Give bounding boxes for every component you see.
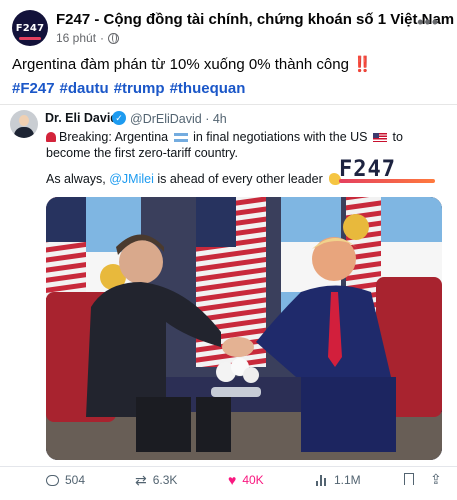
argentina-flag-icon <box>173 133 188 142</box>
siren-icon <box>46 132 56 142</box>
f247-watermark-logo: F247 <box>339 157 435 183</box>
more-options-icon[interactable]: ••• <box>417 12 439 33</box>
us-flag-icon <box>372 133 387 142</box>
avatar-logo-text: F247 <box>15 22 45 34</box>
reply-count: 504 <box>65 473 86 487</box>
avatar-logo-underline <box>19 37 41 40</box>
page-avatar[interactable]: F247 <box>12 10 48 46</box>
reply-icon <box>46 474 59 486</box>
views-icon <box>316 474 328 486</box>
page-name[interactable]: F247 - Cộng đồng tài chính, chứng khoán … <box>56 11 454 28</box>
globe-icon <box>108 32 120 44</box>
repost-count: 6.3K <box>152 473 178 487</box>
hashtag-trump[interactable]: #trump <box>114 80 165 97</box>
tweet-author-handle: @DrEliDavid · 4h <box>130 112 227 126</box>
reply-button[interactable]: 504 <box>46 473 85 487</box>
meta-separator: · <box>100 31 105 45</box>
tweet-text-line2: As always, @JMilei is ahead of every oth… <box>46 172 342 186</box>
post-header: F247 F247 - Cộng đồng tài chính, chứng k… <box>12 8 454 50</box>
hashtag-f247[interactable]: #F247 <box>12 80 55 97</box>
bookmark-icon <box>404 473 414 485</box>
retweet-icon: ⇄ <box>135 472 147 488</box>
watermark-underline <box>339 179 435 183</box>
post-time[interactable]: 16 phút <box>56 31 96 45</box>
views-button[interactable]: 1.1M <box>316 473 361 487</box>
share-button[interactable]: ⇪ <box>430 471 442 487</box>
like-button[interactable]: ♥ 40K <box>228 473 264 487</box>
handshake-photo <box>46 197 442 460</box>
embedded-tweet-image[interactable]: Dr. Eli David ✓ @DrEliDavid · 4h Breakin… <box>0 104 457 462</box>
verified-badge-icon: ✓ <box>112 111 126 125</box>
views-count: 1.1M <box>334 473 361 487</box>
hashtag-list: #F247 #dautu #trump #thuequan <box>12 80 245 97</box>
engagement-bar: 504 ⇄ 6.3K ♥ 40K 1.1M ⇪ <box>0 466 457 494</box>
tweet-text-part5: is ahead of every other leader <box>157 172 323 186</box>
like-count: 40K <box>242 473 264 487</box>
double-exclamation-icon: ‼️ <box>353 56 372 73</box>
tweet-mention: @JMilei <box>109 172 154 186</box>
post-body: Argentina đàm phán từ 10% xuống 0% thành… <box>12 56 349 73</box>
hashtag-thuequan[interactable]: #thuequan <box>170 80 246 97</box>
tweet-text-part1: Breaking: Argentina <box>59 130 169 144</box>
tweet-author-name: Dr. Eli David <box>45 111 118 125</box>
bookmark-button[interactable] <box>404 473 414 485</box>
tweet-text-part4: As always, <box>46 172 106 186</box>
hashtag-dautu[interactable]: #dautu <box>60 80 109 97</box>
post-text: Argentina đàm phán từ 10% xuống 0% thành… <box>12 55 372 73</box>
heart-icon: ♥ <box>228 472 237 488</box>
tweet-author-avatar <box>10 110 38 138</box>
share-icon: ⇪ <box>430 471 442 487</box>
repost-button[interactable]: ⇄ 6.3K <box>135 473 177 487</box>
handshake-photo-art <box>46 197 442 460</box>
post-meta: 16 phút · <box>56 31 120 45</box>
tweet-text-part2: in final negotiations with the US <box>193 130 368 144</box>
